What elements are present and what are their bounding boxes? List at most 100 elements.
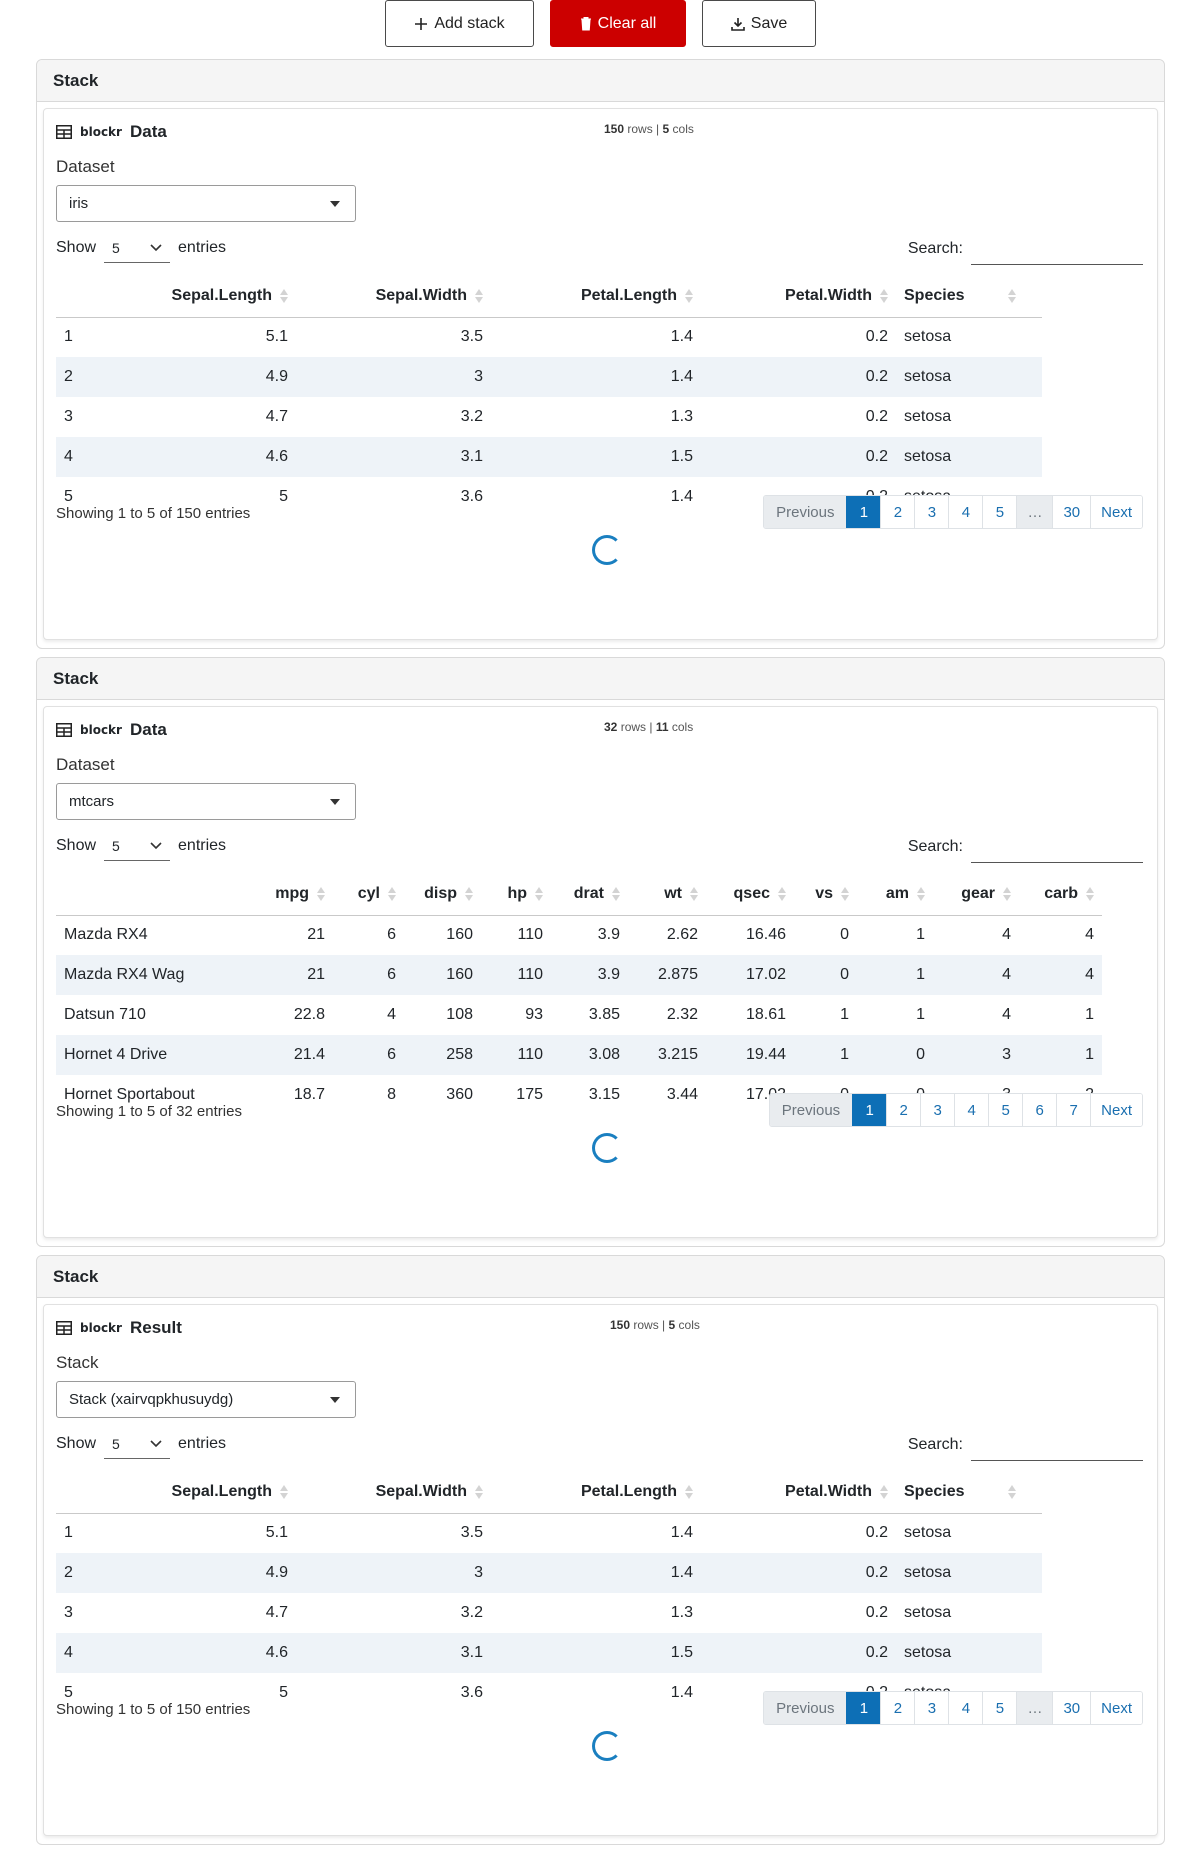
sort-icon bbox=[317, 886, 325, 901]
column-header[interactable]: Sepal.Width bbox=[296, 275, 491, 318]
column-header[interactable]: Sepal.Width bbox=[296, 1471, 491, 1514]
page-button[interactable]: 4 bbox=[954, 1094, 989, 1126]
page-button[interactable]: 1 bbox=[852, 1094, 887, 1126]
page-length-control: Show 5 entries bbox=[56, 233, 226, 263]
column-header[interactable]: am bbox=[857, 873, 933, 916]
pagination: Previous 1 2 3 4 5 … 30 Next bbox=[763, 1691, 1143, 1725]
sort-icon bbox=[1008, 1484, 1017, 1499]
column-header[interactable]: Sepal.Length bbox=[151, 275, 296, 318]
page-length-select[interactable]: 5 bbox=[104, 233, 171, 263]
sort-icon bbox=[880, 288, 888, 303]
caret-down-icon bbox=[330, 799, 340, 805]
stack-select[interactable]: Stack (xairvqpkhusuydg) bbox=[56, 1381, 356, 1418]
add-stack-label: Add stack bbox=[434, 14, 505, 32]
stack-header[interactable]: Stack bbox=[37, 658, 1164, 700]
table-icon bbox=[56, 1321, 72, 1335]
stack-header[interactable]: Stack bbox=[37, 60, 1164, 102]
page-button[interactable]: 30 bbox=[1052, 496, 1091, 528]
package-name: blockr bbox=[80, 1321, 122, 1335]
column-header[interactable]: disp bbox=[404, 873, 481, 916]
previous-page-button[interactable]: Previous bbox=[769, 1094, 853, 1126]
table-row: Hornet 4 Drive 21.4 6 258 110 3.08 3.215 19.44 1… bbox=[56, 1035, 1102, 1075]
next-page-button[interactable]: Next bbox=[1090, 1094, 1142, 1126]
column-header[interactable]: carb bbox=[1019, 873, 1102, 916]
column-header-rownames[interactable] bbox=[56, 275, 151, 318]
column-header[interactable]: wt bbox=[628, 873, 706, 916]
entries-label: entries bbox=[178, 239, 227, 256]
page-button[interactable]: 4 bbox=[948, 1692, 983, 1724]
page-button[interactable]: 3 bbox=[914, 1692, 949, 1724]
page-button[interactable]: 6 bbox=[1022, 1094, 1057, 1126]
stack-card: Stack blockr Data 150 rows | 5 cols Data… bbox=[36, 59, 1165, 649]
column-header[interactable]: qsec bbox=[706, 873, 794, 916]
clear-all-button[interactable]: Clear all bbox=[550, 0, 686, 47]
column-header[interactable]: Petal.Length bbox=[491, 1471, 701, 1514]
sort-icon bbox=[280, 288, 288, 303]
column-header[interactable]: vs bbox=[794, 873, 857, 916]
page-button[interactable]: 3 bbox=[914, 496, 949, 528]
stack-header[interactable]: Stack bbox=[37, 1256, 1164, 1298]
page-button[interactable]: 4 bbox=[948, 496, 983, 528]
column-header[interactable]: gear bbox=[933, 873, 1019, 916]
caret-down-icon bbox=[330, 201, 340, 207]
data-block: blockr Data 150 rows | 5 cols Dataset ir… bbox=[43, 108, 1158, 640]
save-button[interactable]: Save bbox=[702, 0, 816, 47]
dataset-select-value: iris bbox=[69, 195, 89, 212]
column-header[interactable]: cyl bbox=[333, 873, 404, 916]
loading-spinner-icon bbox=[592, 535, 622, 565]
page-button[interactable]: 30 bbox=[1052, 1692, 1091, 1724]
sort-icon bbox=[475, 1484, 483, 1499]
column-header[interactable]: drat bbox=[551, 873, 628, 916]
page-button[interactable]: 2 bbox=[886, 1094, 921, 1126]
block-title: Data bbox=[129, 720, 167, 739]
download-icon bbox=[730, 17, 745, 31]
page-button[interactable]: 5 bbox=[988, 1094, 1023, 1126]
column-header[interactable]: mpg bbox=[256, 873, 333, 916]
page-button[interactable]: 3 bbox=[920, 1094, 955, 1126]
stack-label: Stack bbox=[56, 1353, 99, 1372]
dataset-select[interactable]: iris bbox=[56, 185, 356, 222]
sort-icon bbox=[841, 886, 849, 901]
search-input[interactable] bbox=[971, 233, 1143, 265]
add-stack-button[interactable]: Add stack bbox=[385, 0, 534, 47]
page-button[interactable]: 5 bbox=[982, 1692, 1017, 1724]
chevron-down-icon bbox=[150, 841, 162, 849]
stack-card: Stack blockr Result 150 rows | 5 cols St… bbox=[36, 1255, 1165, 1845]
sort-icon bbox=[917, 886, 925, 901]
table-search: Search: bbox=[908, 233, 1143, 265]
search-input[interactable] bbox=[971, 1429, 1143, 1461]
page-button[interactable]: 1 bbox=[846, 1692, 881, 1724]
column-header[interactable]: Species bbox=[896, 275, 1042, 318]
table-info: Showing 1 to 5 of 150 entries bbox=[56, 1701, 251, 1718]
page-button[interactable]: 2 bbox=[880, 1692, 915, 1724]
table-header-row: mpg cyl disp hp drat wt qsec vs am gear … bbox=[56, 873, 1102, 916]
next-page-button[interactable]: Next bbox=[1090, 496, 1142, 528]
page-button[interactable]: 1 bbox=[846, 496, 881, 528]
pagination: Previous 1 2 3 4 5 6 7 Next bbox=[768, 1093, 1143, 1127]
next-page-button[interactable]: Next bbox=[1090, 1692, 1142, 1724]
column-header[interactable]: Petal.Width bbox=[701, 1471, 896, 1514]
dataset-select[interactable]: mtcars bbox=[56, 783, 356, 820]
table-header-row: Sepal.Length Sepal.Width Petal.Length Pe… bbox=[56, 1471, 1042, 1514]
previous-page-button[interactable]: Previous bbox=[764, 1692, 847, 1724]
page-length-select[interactable]: 5 bbox=[104, 831, 171, 861]
column-header[interactable]: hp bbox=[481, 873, 551, 916]
column-header[interactable]: Petal.Length bbox=[491, 275, 701, 318]
column-header-rownames[interactable] bbox=[56, 1471, 151, 1514]
sort-icon bbox=[388, 886, 396, 901]
page-button[interactable]: 7 bbox=[1056, 1094, 1091, 1126]
column-header[interactable]: Species bbox=[896, 1471, 1042, 1514]
column-header-rownames[interactable] bbox=[56, 873, 256, 916]
table-icon bbox=[56, 723, 72, 737]
column-header[interactable]: Petal.Width bbox=[701, 275, 896, 318]
page-button[interactable]: 2 bbox=[880, 496, 915, 528]
page-length-select[interactable]: 5 bbox=[104, 1429, 171, 1459]
page-button[interactable]: 5 bbox=[982, 496, 1017, 528]
sort-icon bbox=[1086, 886, 1094, 901]
column-header[interactable]: Sepal.Length bbox=[151, 1471, 296, 1514]
entries-label: entries bbox=[178, 1435, 227, 1452]
show-label: Show bbox=[56, 837, 97, 854]
previous-page-button[interactable]: Previous bbox=[764, 496, 847, 528]
search-label: Search: bbox=[907, 838, 963, 855]
search-input[interactable] bbox=[971, 831, 1143, 863]
